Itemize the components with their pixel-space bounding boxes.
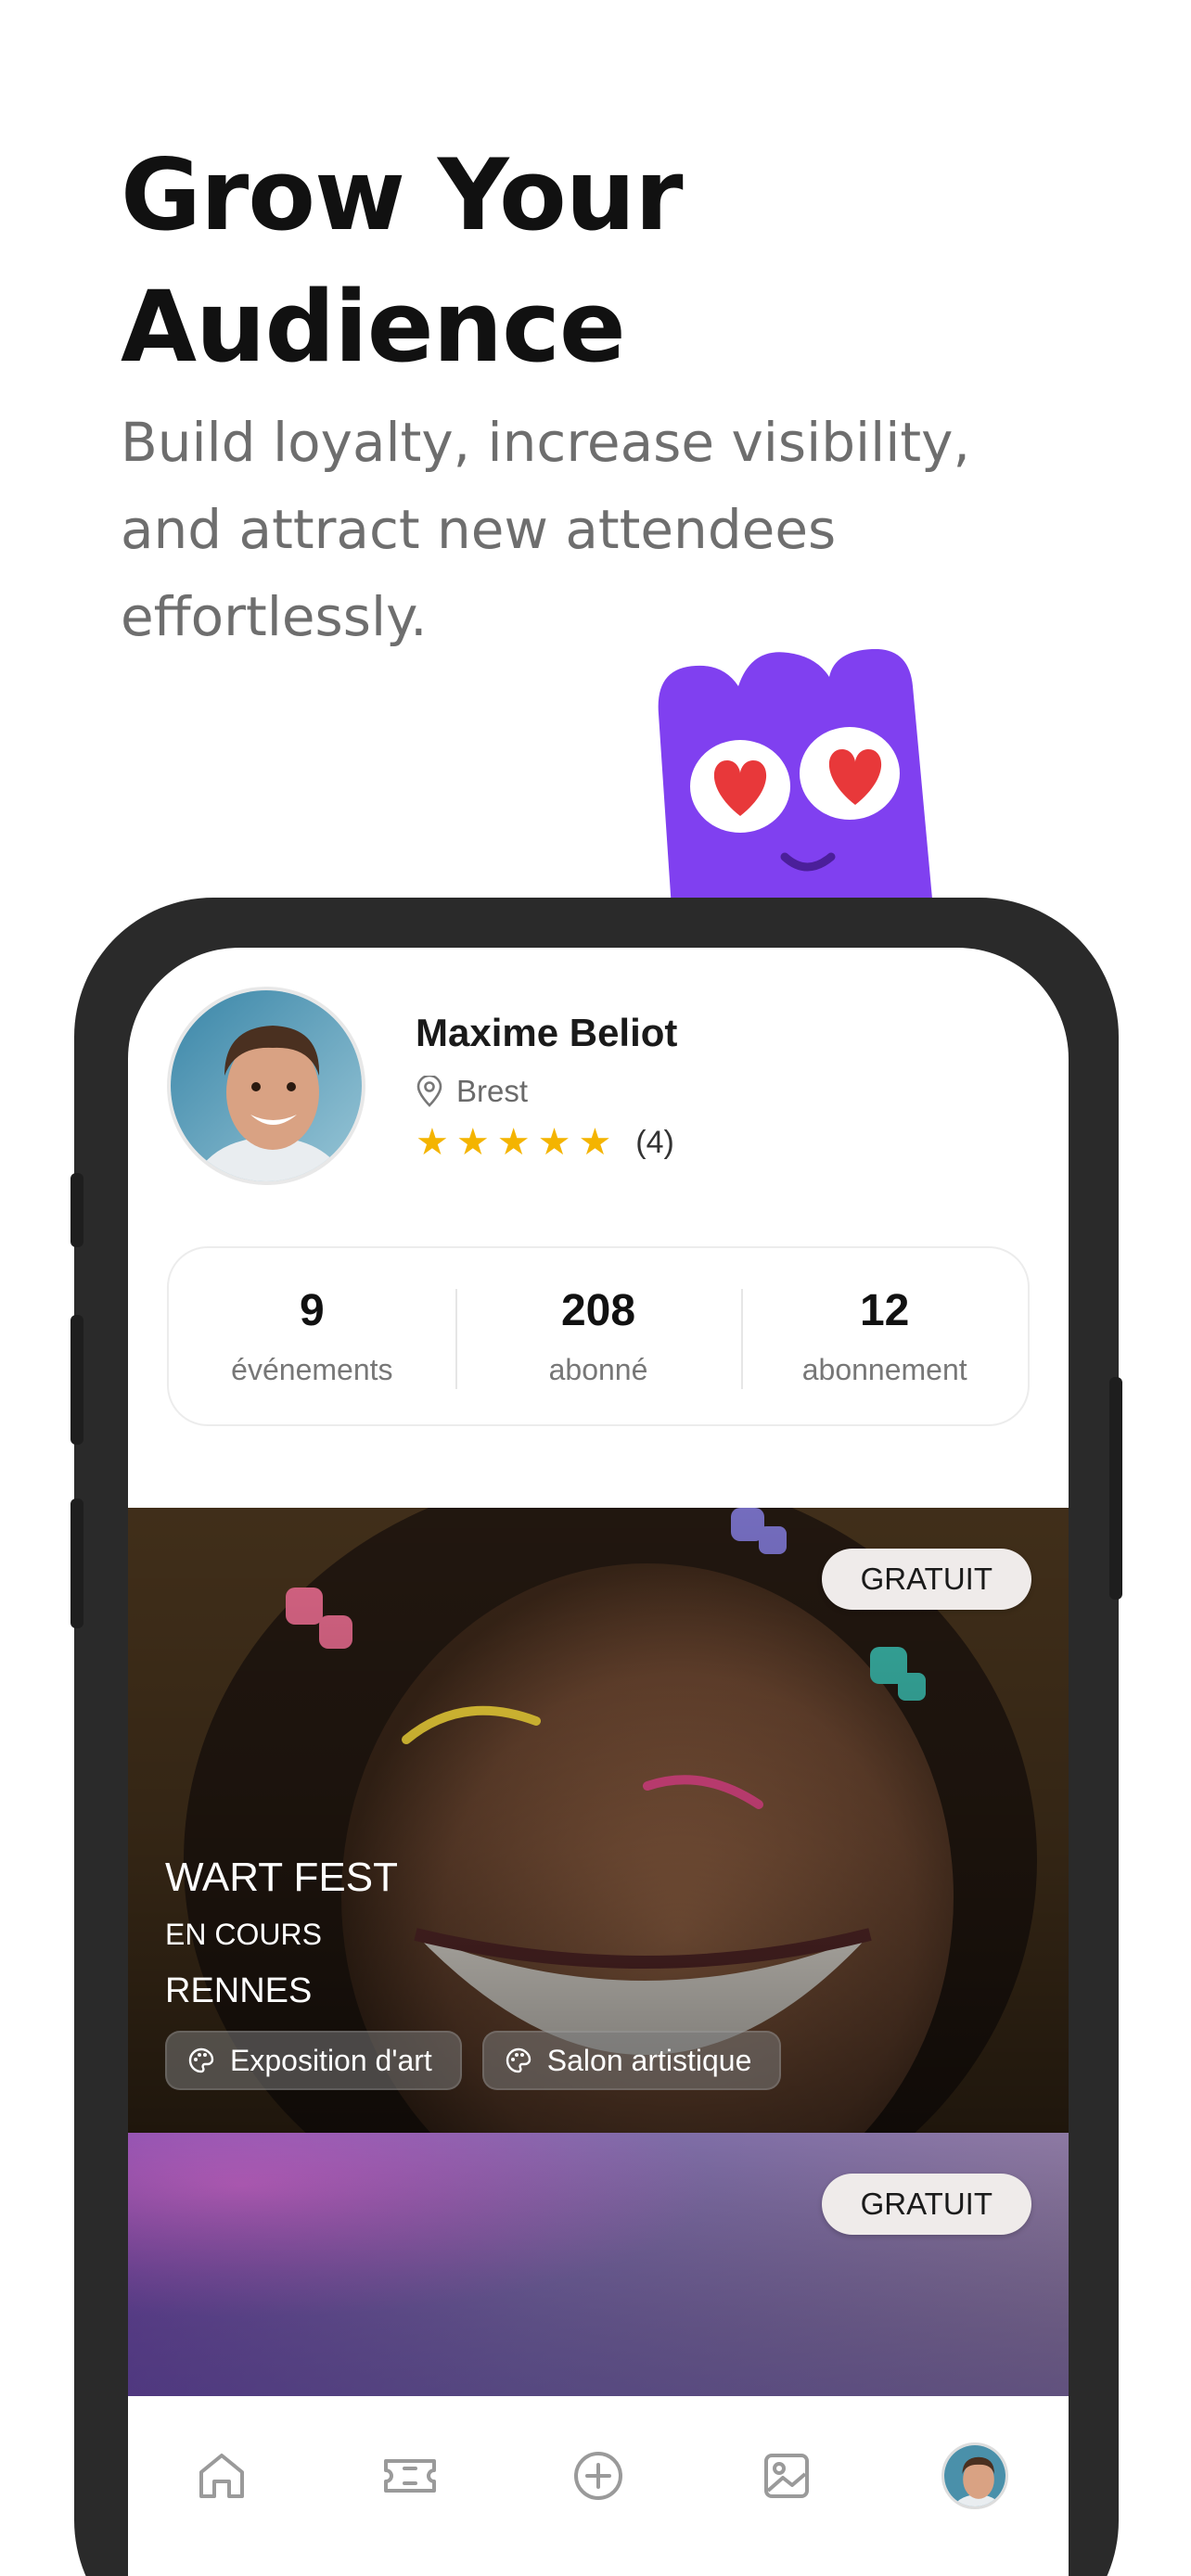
headline: Grow Your Audience Build loyalty, increa… — [121, 130, 1095, 660]
star-icon: ★ — [416, 1122, 449, 1163]
phone-mute-button — [70, 1173, 83, 1247]
profile-avatar[interactable] — [167, 987, 365, 1185]
event-cover-image — [128, 2133, 1069, 2396]
page-subtitle: Build loyalty, increase visibility, and … — [121, 411, 970, 648]
event-city: RENNES — [165, 1971, 313, 2010]
rating-count: (4) — [635, 1124, 674, 1160]
ticket-icon — [384, 2459, 437, 2493]
star-icon: ★ — [578, 1122, 612, 1163]
phone-power-button — [1109, 1377, 1122, 1600]
nav-tickets[interactable] — [371, 2437, 449, 2515]
phone-volume-up-button — [70, 1315, 83, 1445]
stats-panel: 9 événements 208 abonné 12 abonnement — [167, 1246, 1030, 1426]
event-title: WART FEST — [165, 1855, 398, 1900]
palette-icon — [506, 2047, 531, 2073]
price-badge: GRATUIT — [821, 2174, 1031, 2235]
star-icon: ★ — [455, 1122, 490, 1163]
star-icon: ★ — [537, 1122, 571, 1163]
app-screen: Maxime Beliot Brest ★ ★ ★ ★ ★ (4) 9 évén… — [128, 948, 1069, 2576]
phone-volume-down-button — [70, 1498, 83, 1628]
stat-events[interactable]: 9 événements — [169, 1248, 455, 1424]
stat-label: abonnement — [801, 1353, 967, 1386]
profile-photo — [171, 990, 362, 1181]
profile-location: Brest — [416, 1074, 528, 1109]
bottom-navigation — [128, 2396, 1069, 2576]
title-line-2: Audience — [121, 270, 626, 384]
location-pin-icon — [416, 1076, 442, 1107]
star-icon: ★ — [496, 1122, 531, 1163]
image-icon — [763, 2454, 809, 2498]
stat-value: 9 — [299, 1286, 325, 1335]
nav-profile[interactable] — [936, 2437, 1014, 2515]
profile-photo — [943, 2445, 1005, 2506]
profile-rating: ★ ★ ★ ★ ★ (4) — [416, 1124, 674, 1161]
stat-following[interactable]: 12 abonnement — [741, 1248, 1028, 1424]
home-icon — [199, 2454, 245, 2498]
add-circle-icon — [573, 2452, 622, 2500]
profile-name: Maxime Beliot — [416, 1011, 678, 1054]
mascot-illustration — [658, 649, 933, 909]
event-card[interactable]: GRATUIT WART FEST EN COURS RENNES Exposi… — [128, 1508, 1069, 2133]
price-badge: GRATUIT — [821, 1549, 1031, 1610]
palette-icon — [188, 2047, 214, 2073]
event-tag-label: Salon artistique — [546, 2043, 752, 2077]
event-tag[interactable]: Exposition d'art — [165, 2031, 462, 2090]
profile-avatar — [941, 2442, 1008, 2509]
stat-label: abonné — [548, 1353, 648, 1386]
nav-create[interactable] — [559, 2437, 637, 2515]
title-line-1: Grow Your — [121, 138, 684, 252]
nav-home[interactable] — [183, 2437, 261, 2515]
event-card[interactable]: GRATUIT — [128, 2133, 1069, 2396]
event-tags: Exposition d'art Salon artistique — [165, 2031, 782, 2090]
stat-value: 12 — [859, 1286, 910, 1335]
stat-followers[interactable]: 208 abonné — [455, 1248, 742, 1424]
event-status: EN COURS — [165, 1918, 322, 1951]
event-tag-label: Exposition d'art — [230, 2043, 432, 2077]
nav-gallery[interactable] — [748, 2437, 826, 2515]
stat-label: événements — [231, 1353, 393, 1386]
page-title: Grow Your Audience — [121, 130, 1095, 393]
event-tag[interactable]: Salon artistique — [481, 2031, 782, 2090]
stat-value: 208 — [560, 1286, 636, 1335]
profile-location-text: Brest — [456, 1074, 529, 1108]
